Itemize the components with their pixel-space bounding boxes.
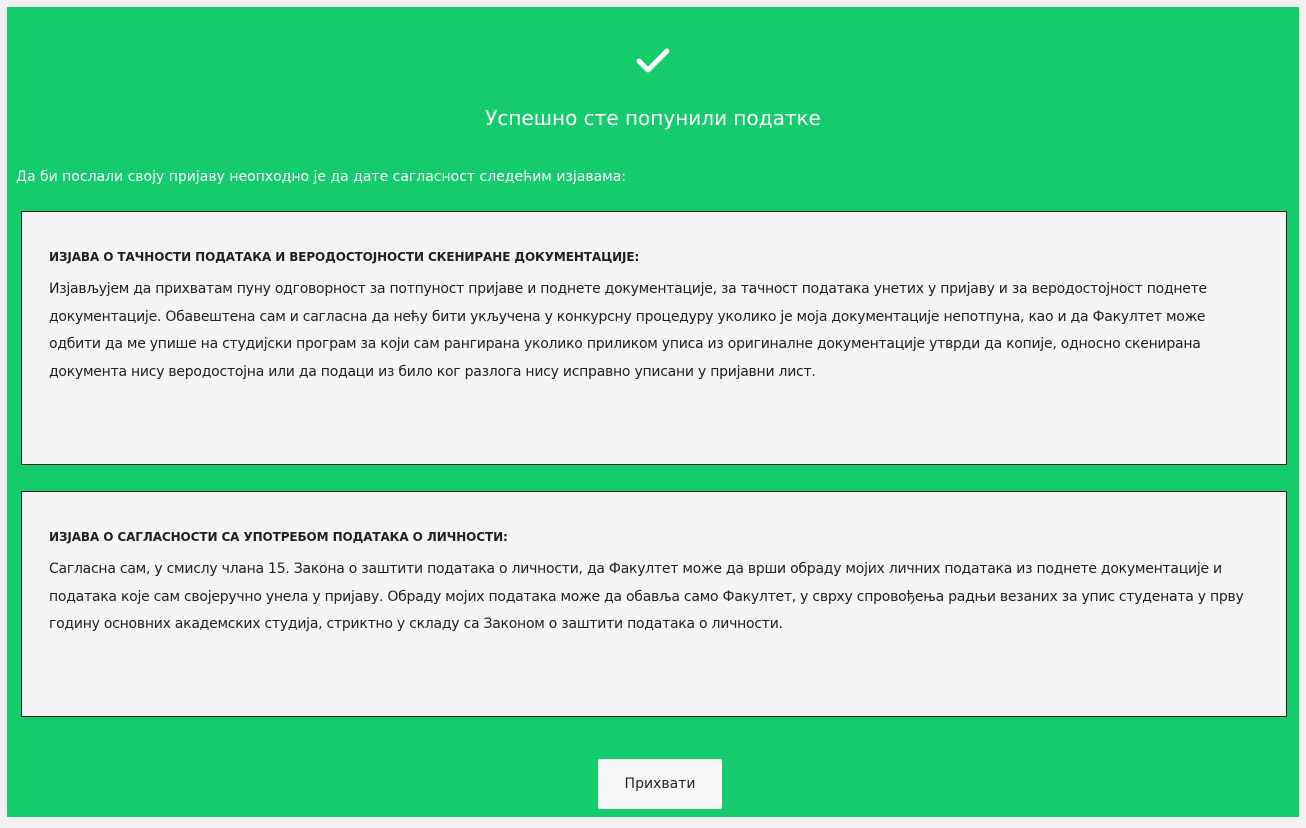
consent-intro-text: Да би послали своју пријаву неопходно је…: [16, 169, 627, 185]
accuracy-statement-text: Изјављујем да прихватам пуну одговорност…: [49, 281, 1207, 380]
privacy-statement-heading: ИЗЈАВА О САГЛАСНОСТИ СА УПОТРЕБОМ ПОДАТА…: [49, 530, 508, 544]
accuracy-statement-box: ИЗЈАВА О ТАЧНОСТИ ПОДАТАКА И ВЕРОДОСТОЈН…: [21, 211, 1287, 465]
privacy-statement-text: Сагласна сам, у смислу члана 15. Закона …: [49, 561, 1244, 632]
success-panel: Успешно сте попунили податке Да би посла…: [7, 7, 1299, 817]
success-title: Успешно сте попунили податке: [485, 106, 821, 130]
check-icon: [636, 48, 670, 73]
privacy-statement-box: ИЗЈАВА О САГЛАСНОСТИ СА УПОТРЕБОМ ПОДАТА…: [21, 491, 1287, 717]
accuracy-statement-heading: ИЗЈАВА О ТАЧНОСТИ ПОДАТАКА И ВЕРОДОСТОЈН…: [49, 250, 640, 264]
accept-button[interactable]: Прихвати: [598, 759, 722, 809]
